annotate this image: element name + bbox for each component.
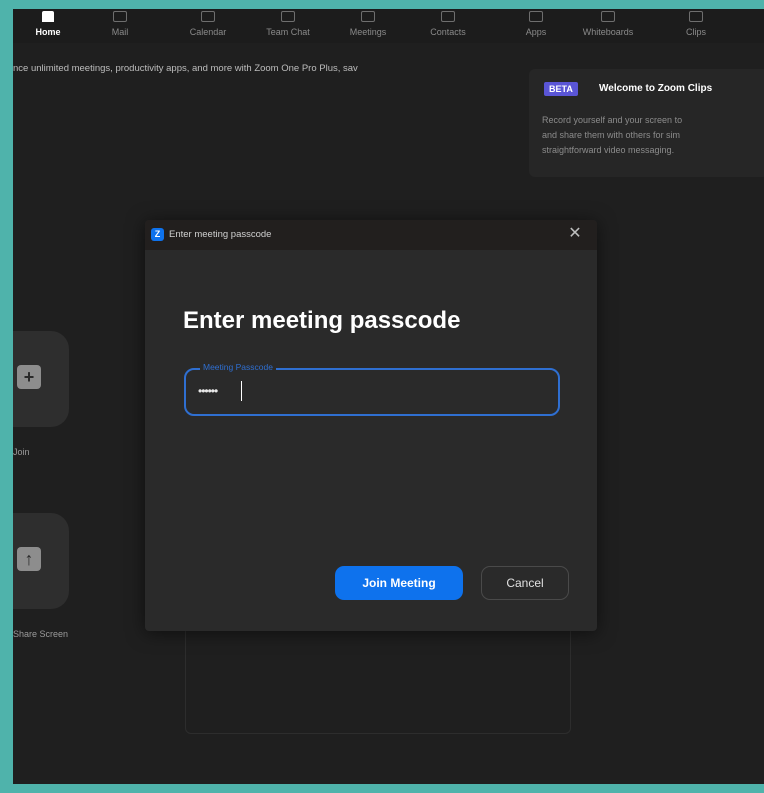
zoom-logo-icon: Z	[151, 228, 164, 241]
upgrade-banner-text[interactable]: nce unlimited meetings, productivity app…	[13, 61, 533, 77]
passcode-dialog: Z Enter meeting passcode ✕ Enter meeting…	[145, 220, 597, 631]
share-screen-tile[interactable]: ↑	[13, 513, 69, 609]
nav-label: Meetings	[349, 27, 387, 37]
mail-icon	[113, 11, 127, 22]
join-tile[interactable]: +	[13, 331, 69, 427]
passcode-value: ••••••	[198, 384, 218, 398]
text-caret	[241, 381, 242, 401]
passcode-input[interactable]: Meeting Passcode ••••••	[184, 362, 560, 416]
nav-label: Team Chat	[266, 27, 310, 37]
clips-card-line: Record yourself and your screen to	[542, 115, 683, 125]
join-meeting-button[interactable]: Join Meeting	[335, 566, 463, 600]
nav-clips[interactable]: Clips	[661, 9, 731, 43]
nav-apps[interactable]: Apps	[501, 9, 571, 43]
top-nav: Home Mail Calendar Team Chat Meetings Contact…	[13, 9, 764, 43]
nav-label: Calendar	[189, 27, 227, 37]
zoom-app-window: Home Mail Calendar Team Chat Meetings Contact…	[13, 9, 764, 784]
close-icon[interactable]: ✕	[565, 224, 585, 244]
nav-mail[interactable]: Mail	[85, 9, 155, 43]
join-tile-label: Join	[13, 447, 30, 457]
whiteboard-icon	[601, 11, 615, 22]
nav-whiteboards[interactable]: Whiteboards	[573, 9, 643, 43]
clips-card-line: straightforward video messaging.	[542, 145, 675, 155]
dialog-titlebar: Z Enter meeting passcode ✕	[145, 220, 597, 250]
nav-label: Contacts	[430, 27, 466, 37]
nav-meetings[interactable]: Meetings	[333, 9, 403, 43]
apps-icon	[529, 11, 543, 22]
video-icon	[361, 11, 375, 22]
cancel-button[interactable]: Cancel	[481, 566, 569, 600]
share-screen-tile-label: Share Screen	[13, 629, 69, 639]
nav-label: Home	[35, 27, 61, 37]
nav-label: Whiteboards	[582, 27, 634, 37]
passcode-field-label: Meeting Passcode	[200, 362, 276, 372]
clips-welcome-card: BETA Welcome to Zoom Clips Record yourse…	[529, 69, 764, 177]
share-screen-icon: ↑	[17, 547, 41, 571]
nav-calendar[interactable]: Calendar	[173, 9, 243, 43]
dialog-title: Enter meeting passcode	[169, 229, 272, 240]
nav-team-chat[interactable]: Team Chat	[253, 9, 323, 43]
plus-icon: +	[17, 365, 41, 389]
clips-card-line: and share them with others for sim	[542, 130, 681, 140]
nav-home[interactable]: Home	[13, 9, 83, 43]
nav-label: Clips	[685, 27, 706, 37]
beta-badge: BETA	[544, 82, 578, 96]
home-icon	[42, 11, 54, 22]
chat-icon	[281, 11, 295, 22]
clips-icon	[689, 11, 703, 22]
nav-label: Apps	[525, 27, 547, 37]
nav-label: Mail	[111, 27, 129, 37]
dialog-heading: Enter meeting passcode	[183, 307, 461, 334]
nav-contacts[interactable]: Contacts	[413, 9, 483, 43]
calendar-icon	[201, 11, 215, 22]
clips-card-title: Welcome to Zoom Clips	[599, 83, 713, 94]
contacts-icon	[441, 11, 455, 22]
